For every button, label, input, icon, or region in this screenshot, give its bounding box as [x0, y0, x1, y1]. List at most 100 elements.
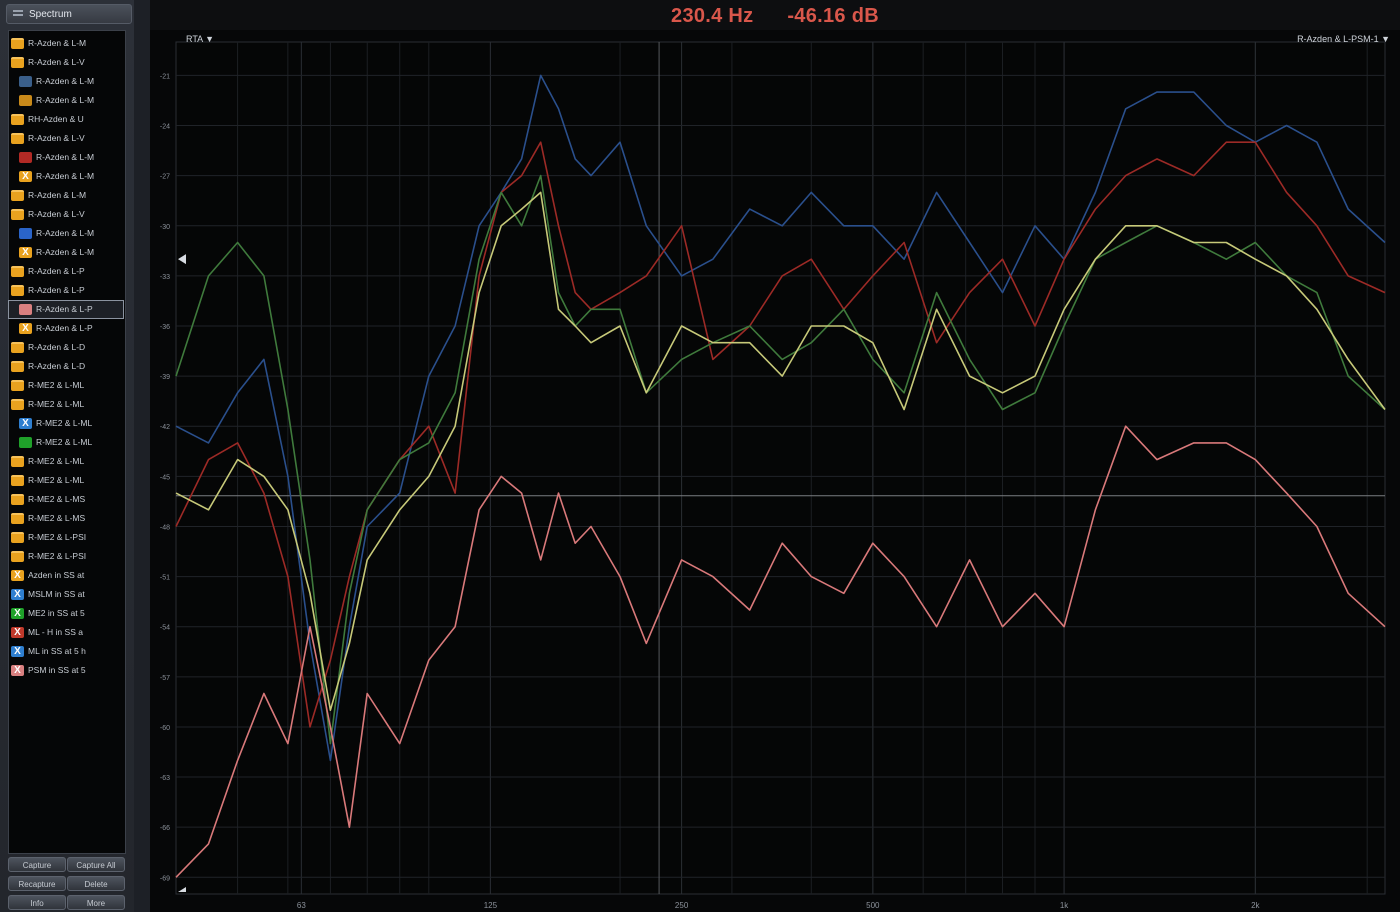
- x-swatch-icon[interactable]: X: [19, 418, 32, 429]
- trace-list-item-label: R-Azden & L-D: [28, 361, 86, 371]
- capture-all-button[interactable]: Capture All: [67, 857, 125, 872]
- x-swatch-icon[interactable]: X: [11, 627, 24, 638]
- trace-list-item[interactable]: R-ME2 & L-ML: [9, 453, 123, 470]
- trace-swatch-icon[interactable]: [19, 437, 32, 448]
- trace-list-item-label: R-ME2 & L-ML: [36, 437, 93, 447]
- trace-list-item[interactable]: R-Azden & L-P: [9, 282, 123, 299]
- folder-icon[interactable]: [11, 399, 24, 410]
- trace-list-item[interactable]: R-Azden & L-P: [9, 263, 123, 280]
- folder-icon[interactable]: [11, 342, 24, 353]
- trace-list-item[interactable]: RH-Azden & U: [9, 111, 123, 128]
- trace-list-item[interactable]: R-ME2 & L-ML: [9, 434, 123, 451]
- trace-list-item[interactable]: R-Azden & L-M: [9, 92, 123, 109]
- readout-bar: 230.4 Hz -46.16 dB: [150, 0, 1400, 32]
- trace-list-item[interactable]: X ML in SS at 5 h: [9, 643, 123, 660]
- folder-icon[interactable]: [11, 532, 24, 543]
- trace-swatch-icon[interactable]: [19, 95, 32, 106]
- trace-list-item[interactable]: R-Azden & L-P: [8, 300, 124, 319]
- trace-list-item[interactable]: R-ME2 & L-ML: [9, 396, 123, 413]
- y-tick-label: -54: [160, 625, 170, 632]
- trace-list-item[interactable]: R-Azden & L-M: [9, 225, 123, 242]
- trace-list-item[interactable]: X MSLM in SS at: [9, 586, 123, 603]
- trace-list-item[interactable]: R-Azden & L-D: [9, 358, 123, 375]
- trace-list-item-label: R-ME2 & L-ML: [28, 380, 85, 390]
- x-swatch-icon[interactable]: X: [19, 247, 32, 258]
- folder-icon[interactable]: [11, 266, 24, 277]
- x-swatch-icon[interactable]: X: [19, 171, 32, 182]
- folder-icon[interactable]: [11, 456, 24, 467]
- trace-swatch-icon[interactable]: [19, 76, 32, 87]
- trace-list-item[interactable]: R-Azden & L-M: [9, 73, 123, 90]
- trace-list-item[interactable]: R-ME2 & L-PSI: [9, 529, 123, 546]
- trace-list-item[interactable]: X R-ME2 & L-ML: [9, 415, 123, 432]
- trace-list-item[interactable]: R-Azden & L-D: [9, 339, 123, 356]
- trace-list-item-label: R-Azden & L-V: [28, 209, 85, 219]
- trace-list-item[interactable]: R-ME2 & L-MS: [9, 510, 123, 527]
- spectrum-plot[interactable]: -21 -24 -27 -30 -33 -36 -39 -42 -45 -48 -51 -54 -57 -…: [150, 30, 1400, 912]
- trace-list-item[interactable]: X PSM in SS at 5: [9, 662, 123, 679]
- trace-list-item-label: R-Azden & L-M: [28, 190, 87, 200]
- trace-list-item[interactable]: R-Azden & L-M: [9, 35, 123, 52]
- trace-list-item[interactable]: R-Azden & L-V: [9, 130, 123, 147]
- folder-icon[interactable]: [11, 361, 24, 372]
- trace-list-item[interactable]: X Azden in SS at: [9, 567, 123, 584]
- folder-icon[interactable]: [11, 380, 24, 391]
- spectrum-chart[interactable]: -21 -24 -27 -30 -33 -36 -39 -42 -45 -48 -51 -54 -57 -…: [150, 30, 1400, 912]
- folder-icon[interactable]: [11, 133, 24, 144]
- trace-swatch-icon[interactable]: [19, 228, 32, 239]
- trace-list-item[interactable]: X R-Azden & L-P: [9, 320, 123, 337]
- info-button[interactable]: Info: [8, 895, 66, 910]
- trace-list-item[interactable]: X ML - H in SS a: [9, 624, 123, 641]
- rta-dropdown[interactable]: RTA ▼: [186, 34, 214, 44]
- x-swatch-icon[interactable]: X: [11, 665, 24, 676]
- trace-list-item[interactable]: X ME2 in SS at 5: [9, 605, 123, 622]
- folder-icon[interactable]: [11, 209, 24, 220]
- more-button[interactable]: More: [67, 895, 125, 910]
- trace-list-item[interactable]: R-Azden & L-M: [9, 149, 123, 166]
- x-swatch-icon[interactable]: X: [11, 589, 24, 600]
- folder-icon[interactable]: [11, 494, 24, 505]
- trace-list-item[interactable]: R-ME2 & L-ML: [9, 472, 123, 489]
- trace-list-item[interactable]: R-Azden & L-V: [9, 206, 123, 223]
- trace-list-item-label: R-Azden & L-D: [28, 342, 86, 352]
- trace-list-item-label: ML - H in SS a: [28, 627, 83, 637]
- sidebar-header[interactable]: Spectrum: [6, 4, 132, 24]
- x-swatch-icon[interactable]: X: [11, 646, 24, 657]
- trace-list-item[interactable]: R-ME2 & L-ML: [9, 377, 123, 394]
- folder-icon[interactable]: [11, 551, 24, 562]
- folder-icon[interactable]: [11, 475, 24, 486]
- grip-icon[interactable]: [13, 10, 23, 12]
- folder-icon[interactable]: [11, 190, 24, 201]
- x-swatch-icon[interactable]: X: [11, 570, 24, 581]
- trace-list-item[interactable]: R-Azden & L-M: [9, 187, 123, 204]
- folder-icon[interactable]: [11, 285, 24, 296]
- trace-list-item[interactable]: R-ME2 & L-MS: [9, 491, 123, 508]
- sidebar-splitter[interactable]: [134, 0, 151, 912]
- x-swatch-icon[interactable]: X: [19, 323, 32, 334]
- trace-list-item-label: R-Azden & L-P: [36, 323, 93, 333]
- folder-icon[interactable]: [11, 57, 24, 68]
- x-swatch-icon[interactable]: X: [11, 608, 24, 619]
- trace-select-dropdown[interactable]: R-Azden & L-PSM-1 ▼: [1297, 34, 1390, 44]
- trace-list-item-label: RH-Azden & U: [28, 114, 84, 124]
- y-tick-label: -57: [160, 675, 170, 682]
- capture-button[interactable]: Capture: [8, 857, 66, 872]
- delete-button[interactable]: Delete: [67, 876, 125, 891]
- readout-frequency: 230.4 Hz: [671, 5, 754, 27]
- trace-list-item[interactable]: X R-Azden & L-M: [9, 244, 123, 261]
- trace-list-item[interactable]: X R-Azden & L-M: [9, 168, 123, 185]
- trace-list-item[interactable]: R-Azden & L-V: [9, 54, 123, 71]
- folder-icon[interactable]: [11, 38, 24, 49]
- trace-swatch-icon[interactable]: [19, 152, 32, 163]
- x-tick-label: 500: [866, 901, 880, 910]
- trace-list-item[interactable]: R-ME2 & L-PSI: [9, 548, 123, 565]
- trace-swatch-icon[interactable]: [19, 304, 32, 315]
- trace-list-item-label: PSM in SS at 5: [28, 665, 86, 675]
- trace-list-item-label: R-Azden & L-M: [36, 95, 95, 105]
- folder-icon[interactable]: [11, 513, 24, 524]
- trace-list[interactable]: R-Azden & L-M R-Azden & L-V R-Azden & L-M R…: [8, 30, 126, 854]
- y-tick-label: -36: [160, 324, 170, 331]
- y-tick-label: -60: [160, 725, 170, 732]
- recapture-button[interactable]: Recapture: [8, 876, 66, 891]
- folder-icon[interactable]: [11, 114, 24, 125]
